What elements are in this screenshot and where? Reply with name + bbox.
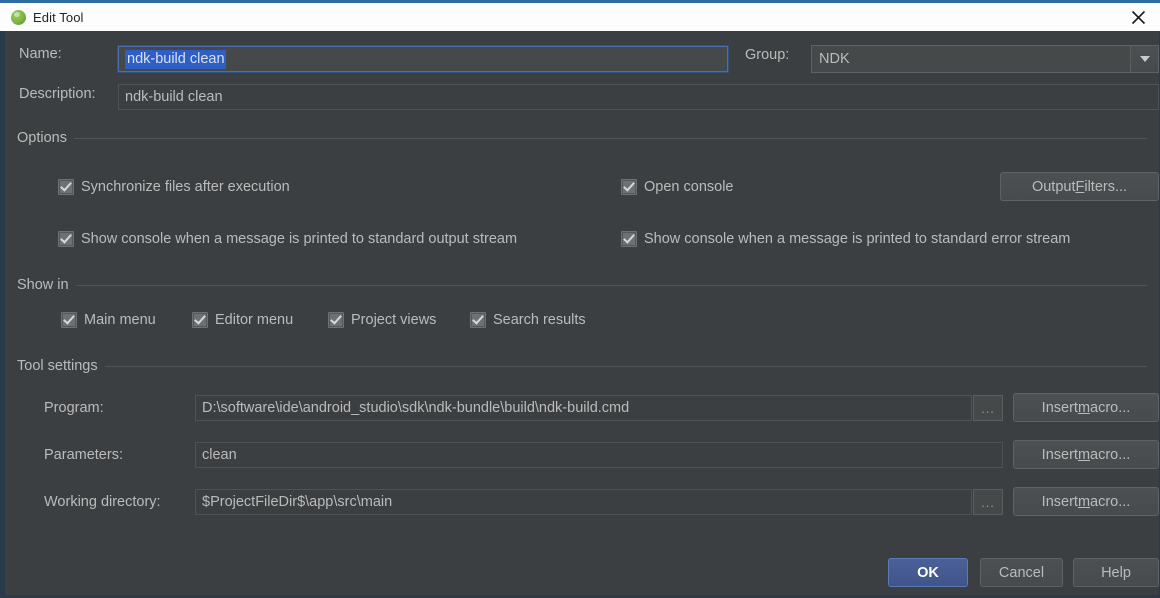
checkbox-label: Show console when a message is printed t… [81,231,518,247]
parameters-label: Parameters: [44,447,123,463]
checkbox-label: Open console [644,179,734,195]
parameters-row-label-wrap: Parameters: [44,447,123,463]
options-group-title: Options [17,130,67,146]
working-directory-browse-button[interactable]: ... [973,489,1003,515]
name-row: Name: [19,46,62,62]
description-input[interactable]: ndk-build clean [118,84,1159,110]
checkbox-label: Main menu [84,312,156,328]
description-input-value: ndk-build clean [125,89,223,105]
ok-button[interactable]: OK [888,558,968,587]
description-row: Description: [19,86,96,102]
show-in-group-header: Show in [17,277,1147,293]
output-filters-prefix: Output [1031,178,1076,195]
group-row: Group: [745,47,789,63]
tool-settings-group-header: Tool settings [17,358,1147,374]
help-button[interactable]: Help [1073,558,1159,587]
output-filters-mnemonic: F [1075,178,1085,195]
checkbox-main-menu[interactable]: Main menu [61,312,156,328]
output-filters-button[interactable]: Output Filters... [1000,172,1159,201]
parameters-input-value: clean [202,447,237,463]
window-title: Edit Tool [33,9,84,25]
checkbox-label: Search results [493,312,586,328]
checkbox-show-console-stderr[interactable]: Show console when a message is printed t… [621,231,1070,247]
checkbox-box[interactable] [192,312,208,328]
checkbox-label: Project views [351,312,437,328]
cancel-button[interactable]: Cancel [980,558,1063,587]
group-dropdown[interactable]: NDK [811,45,1159,73]
checkbox-show-console-stdout[interactable]: Show console when a message is printed t… [58,231,517,247]
program-browse-button[interactable]: ... [973,395,1003,421]
macro-suffix: acro... [1090,399,1131,416]
close-icon[interactable] [1116,3,1160,31]
program-insert-macro-button[interactable]: Insert m acro... [1013,393,1159,422]
program-label: Program: [44,400,104,416]
description-label: Description: [19,86,96,102]
checkbox-search-results[interactable]: Search results [470,312,586,328]
working-directory-input[interactable]: $ProjectFileDir$\app\src\main [195,489,972,515]
working-directory-label: Working directory: [44,494,161,510]
name-label: Name: [19,46,62,62]
checkbox-box[interactable] [61,312,77,328]
checkbox-open-console[interactable]: Open console [621,179,733,195]
checkbox-synchronize-files[interactable]: Synchronize files after execution [58,179,290,195]
name-input[interactable]: ndk-build clean [118,46,728,72]
checkbox-project-views[interactable]: Project views [328,312,436,328]
program-input-value: D:\software\ide\android_studio\sdk\ndk-b… [202,400,630,416]
program-browse-label: ... [981,400,995,416]
show-in-group-divider [75,284,1147,286]
chevron-down-icon[interactable] [1130,46,1158,72]
macro-mnemonic: m [1077,446,1091,463]
checkbox-box[interactable] [621,179,637,195]
options-group-divider [73,137,1147,139]
checkbox-editor-menu[interactable]: Editor menu [192,312,293,328]
working-directory-insert-macro-button[interactable]: Insert m acro... [1013,487,1159,516]
macro-prefix: Insert [1041,399,1078,416]
options-group-header: Options [17,130,1147,146]
program-row-label-wrap: Program: [44,400,104,416]
checkbox-box[interactable] [328,312,344,328]
edit-tool-dialog: Edit Tool Name: ndk-build clean Group: N… [0,0,1160,598]
title-bar: Edit Tool [0,0,1160,31]
group-label: Group: [745,47,790,63]
macro-suffix: acro... [1090,446,1131,463]
working-directory-row-label-wrap: Working directory: [44,494,161,510]
title-bar-left: Edit Tool [0,9,84,25]
group-dropdown-value: NDK [819,51,850,67]
checkbox-box[interactable] [58,231,74,247]
name-input-value: ndk-build clean [125,49,226,69]
checkbox-box[interactable] [58,179,74,195]
working-directory-browse-label: ... [981,494,995,510]
checkbox-label: Show console when a message is printed t… [644,231,1071,247]
macro-suffix: acro... [1090,493,1131,510]
macro-prefix: Insert [1041,493,1078,510]
parameters-input[interactable]: clean [195,442,1003,468]
tool-settings-group-divider [104,365,1147,367]
parameters-insert-macro-button[interactable]: Insert m acro... [1013,440,1159,469]
checkbox-label: Synchronize files after execution [81,179,290,195]
android-studio-icon [11,9,26,25]
macro-prefix: Insert [1041,446,1078,463]
checkbox-box[interactable] [621,231,637,247]
checkbox-box[interactable] [470,312,486,328]
macro-mnemonic: m [1077,399,1091,416]
program-input[interactable]: D:\software\ide\android_studio\sdk\ndk-b… [195,395,972,421]
show-in-group-title: Show in [17,277,69,293]
tool-settings-group-title: Tool settings [17,358,98,374]
dialog-content: Name: ndk-build clean Group: NDK Descrip… [5,31,1159,595]
output-filters-suffix: ilters... [1084,178,1128,195]
working-directory-input-value: $ProjectFileDir$\app\src\main [202,494,393,510]
checkbox-label: Editor menu [215,312,294,328]
macro-mnemonic: m [1077,493,1091,510]
